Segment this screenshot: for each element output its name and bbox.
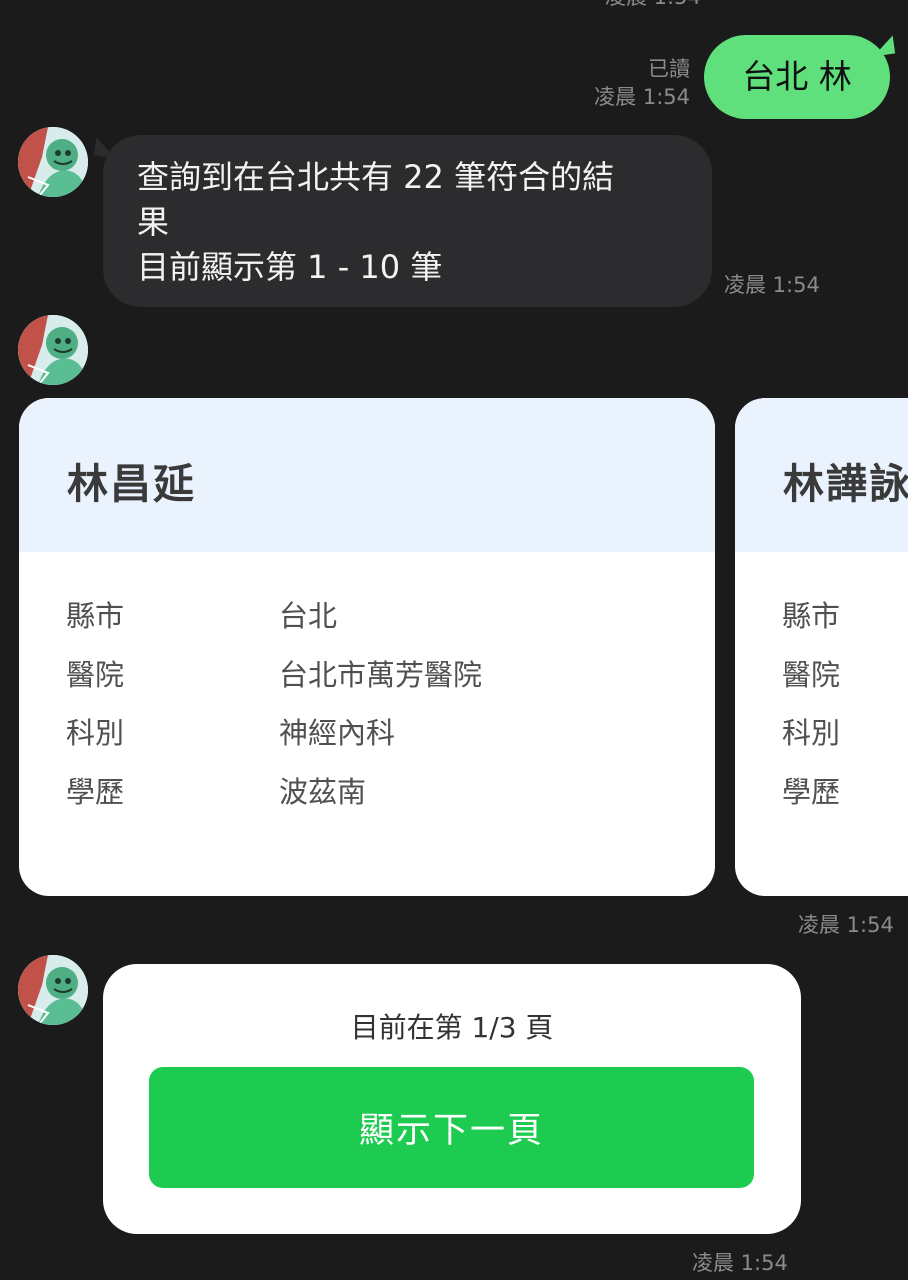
bubble-tail <box>93 137 119 159</box>
pager-timestamp: 凌晨 1:54 <box>692 1251 788 1275</box>
incoming-message-text: 查詢到在台北共有 22 筆符合的結 果 目前顯示第 1 - 10 筆 <box>137 155 687 290</box>
field-label-department: 科別 <box>782 716 841 750</box>
field-value-department: 神經內科 <box>279 716 396 750</box>
doctor-name: 林譁詠 <box>783 460 908 508</box>
top-timestamp: 凌晨 1:54 <box>605 0 701 10</box>
outgoing-timestamp: 凌晨 1:54 <box>594 85 690 109</box>
field-label-education: 學歷 <box>66 775 125 809</box>
outgoing-message-bubble[interactable]: 台北 林 <box>704 35 896 119</box>
read-receipt: 已讀 <box>648 57 690 81</box>
doctor-card[interactable]: 林昌延 縣市 台北 醫院 台北市萬芳醫院 科別 神經內科 學歷 波茲南 <box>19 398 715 896</box>
doctor-name: 林昌延 <box>67 460 196 508</box>
incoming-message-bubble[interactable]: 查詢到在台北共有 22 筆符合的結 果 目前顯示第 1 - 10 筆 <box>93 135 712 307</box>
field-label-city: 縣市 <box>782 599 841 633</box>
chat-window[interactable]: 凌晨 1:54 已讀 凌晨 1:54 台北 林 查詢到在台北共有 22 筆符合的… <box>0 0 908 1280</box>
bot-avatar-icon[interactable] <box>18 127 88 197</box>
field-value-hospital: 台北市萬芳醫院 <box>279 658 483 692</box>
field-label-city: 縣市 <box>66 599 125 633</box>
field-value-city: 台北 <box>279 599 338 633</box>
carousel-timestamp: 凌晨 1:54 <box>798 913 894 937</box>
pagination-card: 目前在第 1/3 頁 顯示下一頁 <box>103 964 801 1234</box>
next-page-button[interactable]: 顯示下一頁 <box>149 1067 754 1188</box>
field-label-education: 學歷 <box>782 775 841 809</box>
outgoing-message-text: 台北 林 <box>742 57 852 96</box>
field-label-hospital: 醫院 <box>66 658 125 692</box>
field-label-department: 科別 <box>66 716 125 750</box>
reply-timestamp: 凌晨 1:54 <box>724 273 820 297</box>
card-header: 林譁詠 <box>735 398 908 552</box>
message-line: 果 <box>137 203 170 241</box>
bot-avatar-icon[interactable] <box>18 315 88 385</box>
message-line: 查詢到在台北共有 22 筆符合的結 <box>137 158 615 196</box>
bot-avatar-icon[interactable] <box>18 955 88 1025</box>
bubble-tail <box>870 35 896 57</box>
message-line: 目前顯示第 1 - 10 筆 <box>137 248 443 286</box>
card-header: 林昌延 <box>19 398 715 552</box>
page-indicator: 目前在第 1/3 頁 <box>350 1011 554 1044</box>
field-label-hospital: 醫院 <box>782 658 841 692</box>
doctor-card[interactable]: 林譁詠 縣市 醫院 科別 學歷 <box>735 398 908 896</box>
field-value-education: 波茲南 <box>279 775 367 809</box>
